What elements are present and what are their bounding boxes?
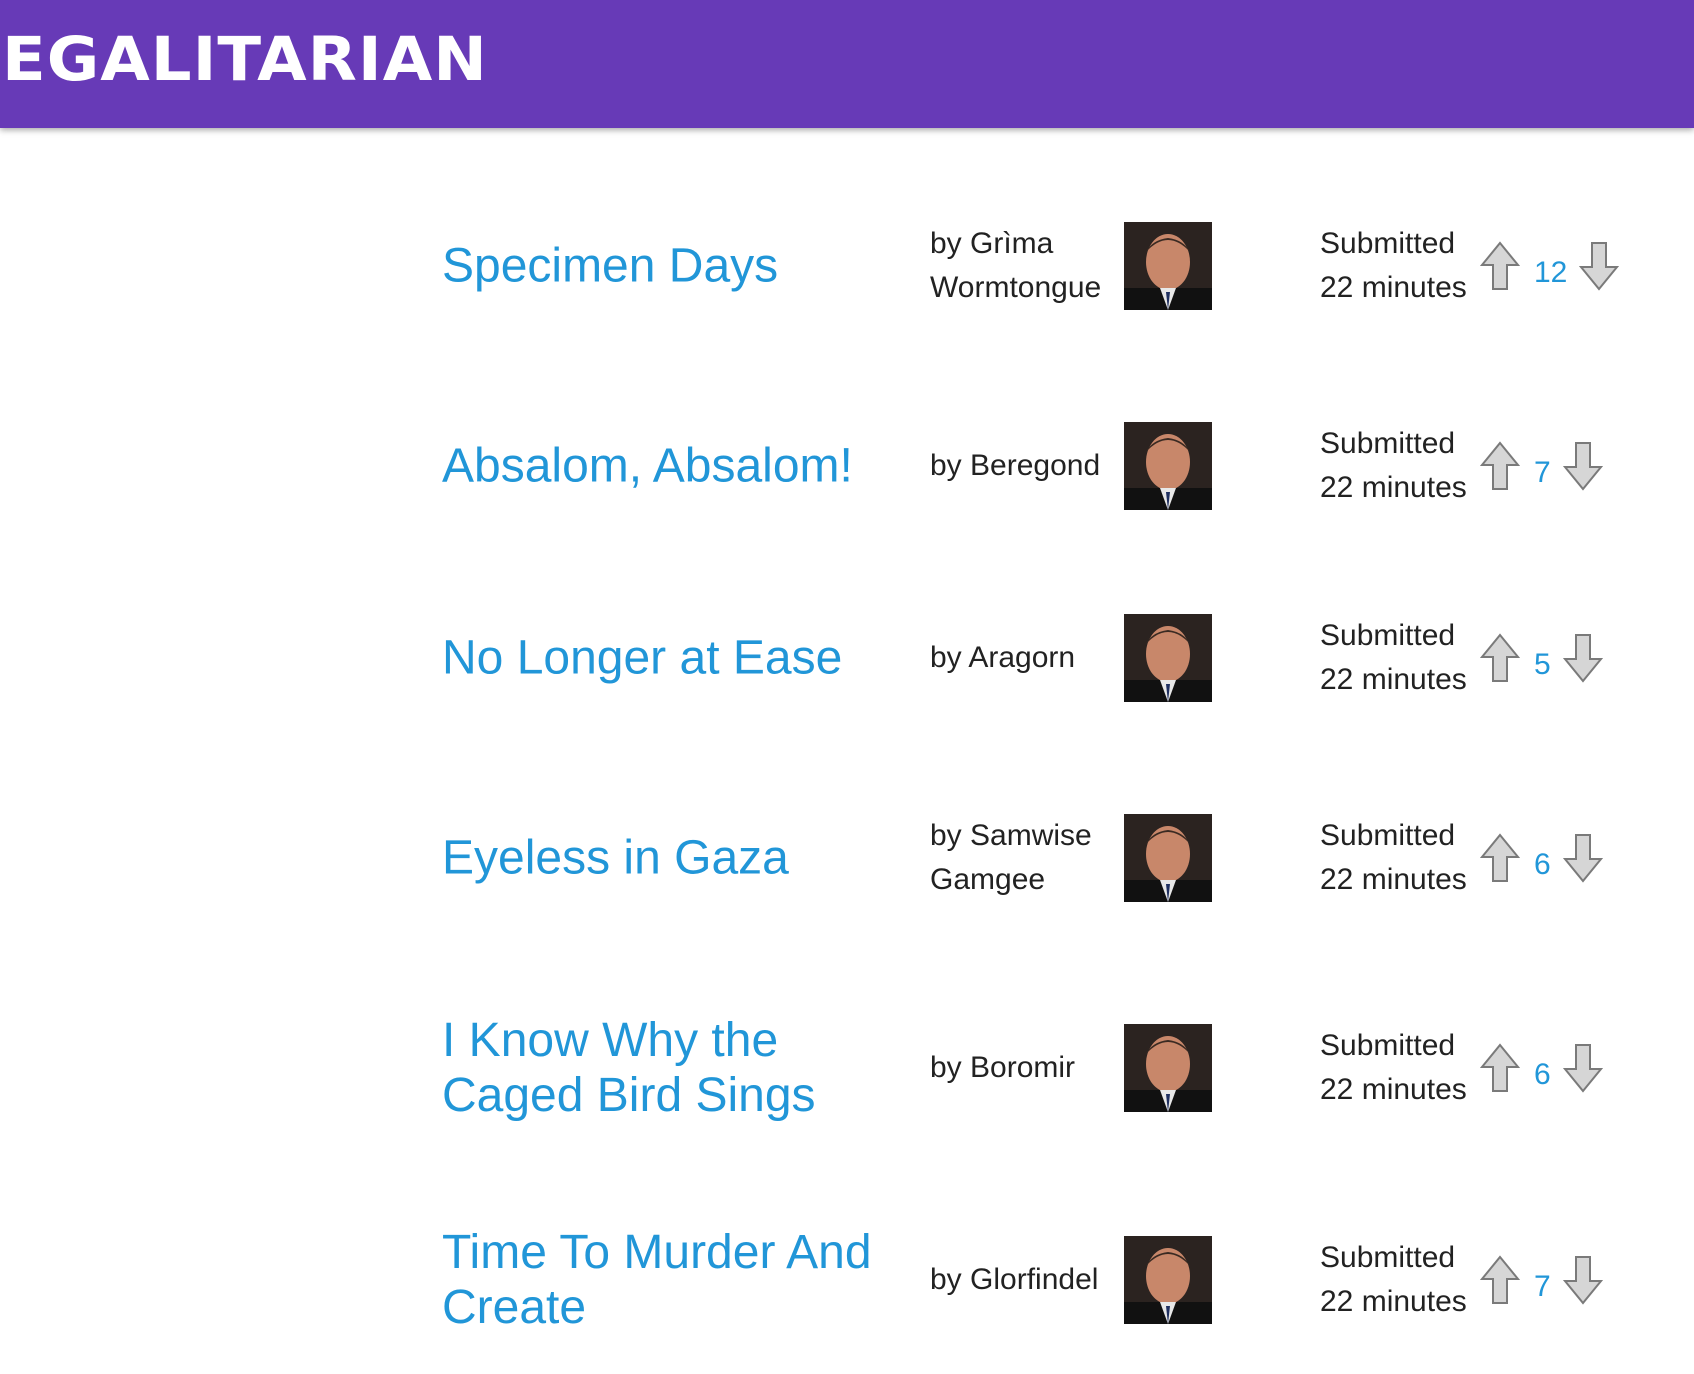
- vote-count: 7: [1534, 456, 1551, 489]
- post-submitted-time: Submitted 22 minutes: [1320, 227, 1467, 304]
- down-arrow-icon[interactable]: [1579, 241, 1620, 291]
- author-avatar: [1124, 814, 1212, 902]
- vote-controls: 6: [1480, 1040, 1603, 1096]
- post-submitted-time: Submitted 22 minutes: [1320, 819, 1467, 896]
- up-arrow-icon[interactable]: [1480, 833, 1520, 883]
- vote-controls: 6: [1480, 830, 1603, 886]
- post-item: No Longer at Ease by Aragorn Submitted 2…: [0, 578, 1694, 738]
- post-author: by Boromir: [930, 1051, 1076, 1084]
- app-logo[interactable]: EGALITARIAN: [2, 22, 488, 98]
- down-arrow-icon[interactable]: [1562, 441, 1603, 491]
- vote-count: 6: [1534, 848, 1551, 881]
- up-arrow-icon[interactable]: [1480, 441, 1520, 491]
- post-title-link[interactable]: Specimen Days: [442, 239, 902, 294]
- post-title-link[interactable]: Time To Murder And Create: [442, 1225, 902, 1335]
- vote-count: 6: [1534, 1058, 1551, 1091]
- vote-count: 5: [1534, 648, 1551, 681]
- post-title-link[interactable]: I Know Why the Caged Bird Sings: [442, 1013, 902, 1123]
- post-author: by Samwise Gamgee: [930, 819, 1092, 896]
- down-arrow-icon[interactable]: [1562, 833, 1603, 883]
- up-arrow-icon[interactable]: [1480, 241, 1520, 291]
- vote-controls: 5: [1480, 630, 1603, 686]
- post-author: by Grìma Wormtongue: [930, 227, 1102, 304]
- post-item: Eyeless in Gaza by Samwise Gamgee Submit…: [0, 778, 1694, 938]
- post-author: by Beregond: [930, 449, 1101, 482]
- post-list: Specimen Days by Grìma Wormtongue Submit…: [0, 128, 1694, 1374]
- post-title-link[interactable]: No Longer at Ease: [442, 631, 902, 686]
- vote-controls: 12: [1480, 238, 1620, 294]
- post-submitted-time: Submitted 22 minutes: [1320, 1241, 1467, 1318]
- down-arrow-icon[interactable]: [1562, 1043, 1603, 1093]
- author-avatar: [1124, 1236, 1212, 1324]
- up-arrow-icon[interactable]: [1480, 1043, 1520, 1093]
- vote-controls: 7: [1480, 1252, 1603, 1308]
- vote-count: 7: [1534, 1270, 1551, 1303]
- post-item: Absalom, Absalom! by Beregond Submitted …: [0, 386, 1694, 546]
- author-avatar: [1124, 422, 1212, 510]
- author-avatar: [1124, 1024, 1212, 1112]
- post-author: by Glorfindel: [930, 1263, 1099, 1296]
- post-item: I Know Why the Caged Bird Sings by Borom…: [0, 988, 1694, 1148]
- down-arrow-icon[interactable]: [1562, 1255, 1603, 1305]
- post-submitted-time: Submitted 22 minutes: [1320, 427, 1467, 504]
- post-submitted-time: Submitted 22 minutes: [1320, 1029, 1467, 1106]
- post-title-link[interactable]: Absalom, Absalom!: [442, 439, 902, 494]
- post-author: by Aragorn: [930, 641, 1076, 674]
- down-arrow-icon[interactable]: [1562, 633, 1603, 683]
- author-avatar: [1124, 222, 1212, 310]
- up-arrow-icon[interactable]: [1480, 1255, 1520, 1305]
- vote-count: 12: [1534, 256, 1568, 289]
- vote-controls: 7: [1480, 438, 1603, 494]
- post-item: Time To Murder And Create by Glorfindel …: [0, 1200, 1694, 1360]
- author-avatar: [1124, 614, 1212, 702]
- app-header: EGALITARIAN: [0, 0, 1694, 128]
- post-item: Specimen Days by Grìma Wormtongue Submit…: [0, 186, 1694, 346]
- post-submitted-time: Submitted 22 minutes: [1320, 619, 1467, 696]
- up-arrow-icon[interactable]: [1480, 633, 1520, 683]
- post-title-link[interactable]: Eyeless in Gaza: [442, 831, 902, 886]
